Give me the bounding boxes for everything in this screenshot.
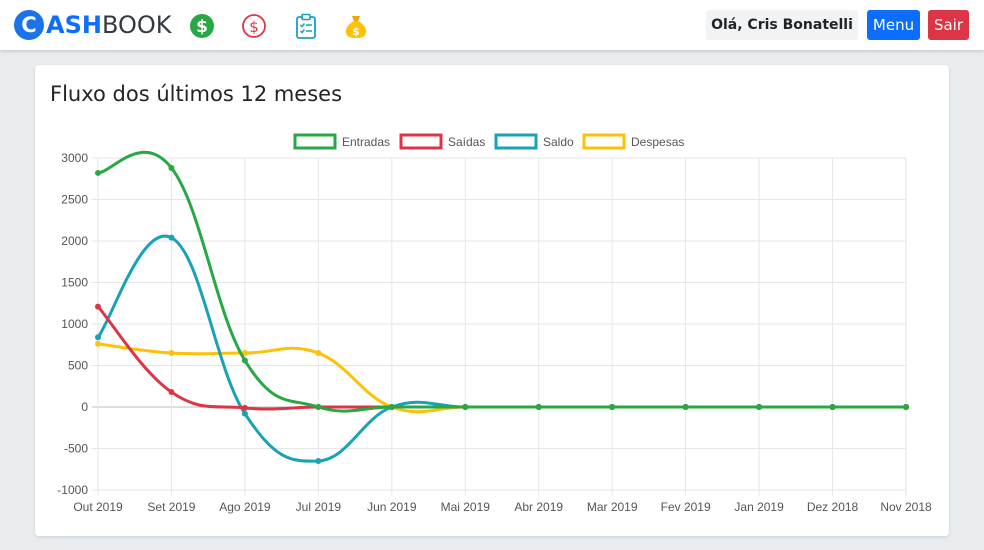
y-tick-label: 1000 <box>61 317 88 331</box>
data-point <box>95 340 101 347</box>
data-point <box>168 234 175 241</box>
data-point <box>168 389 175 396</box>
data-point <box>95 169 101 176</box>
data-point <box>241 357 248 364</box>
y-tick-label: -500 <box>64 442 88 456</box>
y-tick-label: 500 <box>68 359 88 373</box>
series-line <box>96 305 906 411</box>
series-line <box>97 150 906 413</box>
data-point <box>903 404 909 410</box>
data-point <box>95 303 101 310</box>
data-point <box>535 404 542 410</box>
x-tick-label: Ago 2019 <box>219 500 271 514</box>
y-tick-label: 0 <box>81 400 88 414</box>
legend-label: Entradas <box>342 135 390 149</box>
y-tick-label: 2500 <box>61 193 88 207</box>
x-tick-label: Out 2019 <box>73 500 123 514</box>
legend-swatch <box>293 133 337 150</box>
x-tick-label: Mai 2019 <box>441 500 491 514</box>
data-point <box>609 404 616 410</box>
data-point <box>315 404 322 410</box>
y-tick-label: 3000 <box>61 151 88 165</box>
data-point <box>756 404 763 410</box>
data-point <box>462 404 469 410</box>
y-tick-label: 1500 <box>61 276 88 290</box>
x-tick-label: Set 2019 <box>147 500 195 514</box>
x-tick-label: Jan 2019 <box>734 500 784 514</box>
legend-label: Saldo <box>543 135 574 149</box>
legend-label: Saídas <box>448 135 485 149</box>
x-tick-label: Mar 2019 <box>587 500 638 514</box>
legend-swatch <box>582 133 626 150</box>
x-tick-label: Nov 2018 <box>880 500 932 514</box>
x-tick-label: Jun 2019 <box>367 500 417 514</box>
data-point <box>682 404 689 410</box>
data-point <box>168 350 175 357</box>
data-point <box>388 404 395 410</box>
legend-swatch <box>399 133 443 150</box>
y-tick-label: 2000 <box>61 234 88 248</box>
data-point <box>241 404 248 411</box>
data-point <box>168 164 175 171</box>
legend-swatch <box>494 133 538 150</box>
x-tick-label: Abr 2019 <box>514 500 563 514</box>
data-point <box>241 410 248 417</box>
data-point <box>315 457 322 464</box>
x-tick-label: Fev 2019 <box>661 500 711 514</box>
data-point <box>95 334 101 341</box>
data-point <box>315 350 322 357</box>
series-line <box>96 234 906 463</box>
legend-label: Despesas <box>631 135 684 149</box>
data-point <box>829 404 836 410</box>
x-tick-label: Jul 2019 <box>296 500 342 514</box>
line-chart: -1000 -500 0 500 1000 1500 2000 2500 3000 Out 201… <box>57 133 932 514</box>
y-tick-label: -1000 <box>57 483 88 497</box>
x-tick-label: Dez 2018 <box>807 500 859 514</box>
